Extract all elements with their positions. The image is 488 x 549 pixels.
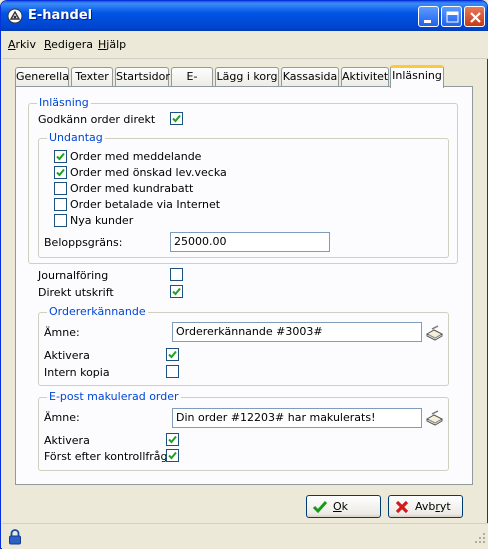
orderkvittens-aktivera-label: Aktivera xyxy=(44,349,90,362)
ok-button[interactable]: Ok xyxy=(306,495,381,518)
undantag-internet-checkbox[interactable] xyxy=(54,198,67,211)
lock-icon xyxy=(8,529,22,548)
orderkvittens-amne-label: Ämne: xyxy=(44,326,80,339)
tab-texter[interactable]: Texter xyxy=(71,67,113,87)
tab-generella[interactable]: Generella xyxy=(15,67,69,87)
group-legend-makulerad: E-post makulerad order xyxy=(47,390,181,403)
direkt-utskrift-label: Direkt utskrift xyxy=(38,286,114,299)
beloppsgrans-label: Beloppsgräns: xyxy=(44,236,123,249)
undantag-levvecka-label: Order med önskad lev.vecka xyxy=(70,166,227,179)
undantag-kundrabatt-label: Order med kundrabatt xyxy=(70,182,194,195)
tab-panel: Inläsning Godkänn order direkt Undantag … xyxy=(15,86,473,485)
orderkvittens-intern-kopia-label: Intern kopia xyxy=(44,366,110,379)
godkann-checkbox[interactable] xyxy=(170,112,183,125)
minimize-button[interactable] xyxy=(418,6,439,27)
makulerad-aktivera-label: Aktivera xyxy=(44,434,90,447)
tab-kassasida[interactable]: Kassasida xyxy=(281,67,339,87)
orderkvittens-aktivera-checkbox[interactable] xyxy=(166,348,179,361)
orderkvittens-intern-kopia-checkbox[interactable] xyxy=(166,365,179,378)
beloppsgrans-input[interactable]: 25000.00 xyxy=(170,232,330,252)
makulerad-forst-checkbox[interactable] xyxy=(166,449,179,462)
group-legend-ordererkannande: Ordererkännande xyxy=(47,305,148,318)
undantag-levvecka-checkbox[interactable] xyxy=(54,166,67,179)
undantag-nya-kunder-label: Nya kunder xyxy=(70,214,134,227)
window-title: E-handel xyxy=(28,8,93,23)
menu-arkiv[interactable]: Arkiv xyxy=(8,38,36,51)
orderkvittens-amne-input[interactable]: Ordererkännande #3003# xyxy=(172,322,422,342)
app-window: E-handel Arkiv Redigera Hjälp Generella … xyxy=(0,0,488,549)
tab-e-order[interactable]: E-order xyxy=(171,67,213,100)
tab-aktivitet[interactable]: Aktivitet xyxy=(341,67,389,87)
godkann-label: Godkänn order direkt xyxy=(38,113,156,126)
menu-hjalp[interactable]: Hjälp xyxy=(98,38,126,51)
menu-bar: Arkiv Redigera Hjälp xyxy=(2,31,488,59)
close-button[interactable] xyxy=(464,6,485,27)
status-bar xyxy=(2,523,488,549)
menu-redigera[interactable]: Redigera xyxy=(44,38,93,51)
check-icon xyxy=(312,499,328,518)
tab-inlasning[interactable]: Inläsning xyxy=(390,65,444,88)
makulerad-amne-label: Ämne: xyxy=(44,411,80,424)
makulerad-aktivera-checkbox[interactable] xyxy=(166,433,179,446)
journalforing-checkbox[interactable] xyxy=(170,268,183,281)
undantag-internet-label: Order betalade via Internet xyxy=(70,198,221,211)
undantag-nya-kunder-checkbox[interactable] xyxy=(54,214,67,227)
group-legend-undantag: Undantag xyxy=(47,131,105,144)
undantag-meddelande-label: Order med meddelande xyxy=(70,150,202,163)
undantag-meddelande-checkbox[interactable] xyxy=(54,150,67,163)
resize-grip-icon[interactable] xyxy=(474,532,486,547)
group-legend-inlasning: Inläsning xyxy=(37,96,91,109)
makulerad-forst-label: Först efter kontrollfråga xyxy=(44,450,175,463)
address-book-icon[interactable] xyxy=(425,410,444,426)
cross-icon xyxy=(394,499,410,518)
maximize-button[interactable] xyxy=(441,6,462,27)
direkt-utskrift-checkbox[interactable] xyxy=(170,285,183,298)
address-book-icon[interactable] xyxy=(425,325,444,341)
makulerad-amne-input[interactable]: Din order #12203# har makulerats! xyxy=(172,408,422,428)
tab-lagg-i-korg[interactable]: Lägg i korg xyxy=(215,67,279,87)
journalforing-label: Journalföring xyxy=(38,269,109,282)
undantag-kundrabatt-checkbox[interactable] xyxy=(54,182,67,195)
tab-startsidor[interactable]: Startsidor xyxy=(115,67,170,87)
title-bar[interactable]: E-handel xyxy=(1,1,487,31)
cancel-button[interactable]: Avbryt xyxy=(388,495,463,518)
app-icon[interactable] xyxy=(7,8,23,24)
